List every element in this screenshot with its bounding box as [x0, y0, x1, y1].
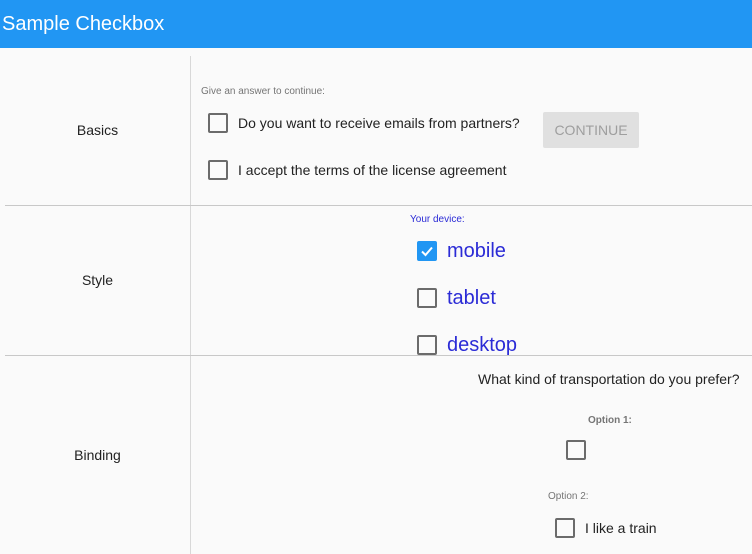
binding-question: What kind of transportation do you prefe… [478, 371, 740, 387]
checkbox-emails-partners[interactable] [208, 113, 228, 133]
basics-hint: Give an answer to continue: [201, 86, 325, 97]
checkbox-mobile[interactable] [417, 241, 437, 261]
checkbox-emails-partners-label[interactable]: Do you want to receive emails from partn… [238, 115, 520, 131]
checkbox-train[interactable] [555, 518, 575, 538]
checkbox-car-label[interactable]: I like a car [596, 442, 660, 458]
row-divider-2 [5, 355, 752, 356]
continue-button[interactable]: CONTINUE [543, 112, 639, 148]
option1-hint: Option 1: [588, 415, 632, 426]
checkbox-desktop[interactable] [417, 335, 437, 355]
checkbox-car[interactable] [566, 440, 586, 460]
checkbox-train-label[interactable]: I like a train [585, 520, 657, 536]
checkbox-tablet-label[interactable]: tablet [447, 287, 496, 310]
column-divider [190, 56, 191, 554]
row-label-basics: Basics [76, 122, 119, 138]
style-hint: Your device: [410, 214, 465, 225]
checkbox-license-agreement[interactable] [208, 160, 228, 180]
checkbox-desktop-label[interactable]: desktop [447, 334, 517, 357]
row-label-binding: Binding [74, 447, 121, 463]
checkbox-license-agreement-label[interactable]: I accept the terms of the license agreem… [238, 162, 506, 178]
checkbox-tablet[interactable] [417, 288, 437, 308]
checkbox-mobile-label[interactable]: mobile [447, 240, 506, 263]
row-divider-1 [5, 205, 752, 206]
option2-hint: Option 2: [548, 491, 589, 502]
app-bar: Sample Checkbox [0, 0, 752, 48]
check-icon [421, 246, 433, 257]
row-label-style: Style [81, 272, 114, 288]
app-title: Sample Checkbox [2, 13, 165, 35]
